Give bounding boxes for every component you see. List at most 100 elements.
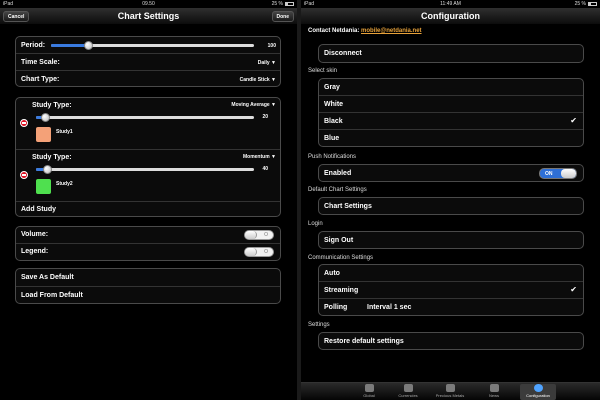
remove-study-icon[interactable] (20, 119, 28, 127)
comm-option-label: Streaming (324, 287, 359, 294)
login-header: Login (308, 221, 323, 227)
push-toggle[interactable]: ON (539, 168, 577, 179)
page-title: Chart Settings (117, 11, 180, 21)
skin-header: Select skin (308, 68, 338, 74)
skin-option-label: Blue (324, 135, 340, 142)
study-color-swatch[interactable] (36, 179, 51, 194)
tab-configuration[interactable]: Configuration (520, 384, 556, 400)
period-slider[interactable] (51, 41, 254, 50)
comm-header: Communication Settings (308, 255, 374, 261)
nav-bar: Chart Settings Cancel Done (0, 8, 297, 25)
chart-type-row[interactable]: Chart Type: Candle Stick ▼ (16, 71, 280, 86)
push-row: Enabled ON (319, 165, 583, 181)
contact-line: Contact Netdania: mobile@netdania.net (308, 28, 422, 34)
configuration-pane: iPad 11:49 AM 25 % Configuration Contact… (301, 0, 600, 400)
period-slider-thumb[interactable] (83, 41, 93, 50)
contact-email-link[interactable]: mobile@netdania.net (361, 28, 422, 34)
skin-group: Gray White Black ✔ Blue (318, 78, 584, 147)
tab-global[interactable]: Global (351, 384, 387, 400)
chart-type-select[interactable]: Candle Stick ▼ (240, 77, 276, 83)
volume-row: Volume: O (16, 227, 280, 244)
restore-group: Restore default settings (318, 332, 584, 350)
time-scale-label: Time Scale: (21, 59, 60, 66)
load-default-row[interactable]: Load From Default (16, 287, 280, 303)
add-study-button[interactable]: Add Study (21, 206, 56, 213)
currency-icon (403, 384, 413, 392)
checkmark-icon: ✔ (570, 116, 577, 125)
study-slider[interactable] (36, 113, 254, 122)
studies-group: Study Type: Moving Average ▼ 20 Study1 S… (15, 97, 281, 217)
disconnect-button[interactable]: Disconnect (324, 50, 362, 57)
login-group: Sign Out (318, 231, 584, 249)
chart-type-label: Chart Type: (21, 76, 60, 83)
chevron-down-icon: ▼ (271, 60, 276, 66)
cancel-button[interactable]: Cancel (3, 11, 30, 22)
study-slider-thumb[interactable] (42, 165, 52, 174)
save-default-row[interactable]: Save As Default (16, 269, 280, 287)
battery-percent: 25 % (574, 1, 586, 7)
disconnect-row[interactable]: Disconnect (319, 45, 583, 62)
study-type-value: Momentum (242, 154, 270, 160)
restore-defaults-button[interactable]: Restore default settings (324, 338, 404, 345)
save-default-button[interactable]: Save As Default (21, 274, 74, 281)
restore-row[interactable]: Restore default settings (319, 333, 583, 349)
news-icon (489, 384, 499, 392)
time-scale-row[interactable]: Time Scale: Daily ▼ (16, 54, 280, 71)
skin-option[interactable]: Gray (319, 79, 583, 96)
clock: 11:49 AM (440, 1, 461, 7)
battery-status: 25 % (272, 0, 294, 8)
chart-settings-button[interactable]: Chart Settings (324, 203, 372, 210)
comm-option[interactable]: Polling Interval 1 sec (319, 299, 583, 315)
battery-icon (285, 2, 294, 6)
legend-toggle[interactable]: O (244, 247, 274, 257)
study-slider-thumb[interactable] (40, 113, 50, 122)
chart-settings-row[interactable]: Chart Settings (319, 198, 583, 214)
add-study-row[interactable]: Add Study (16, 202, 280, 216)
study-row: Study Type: Moving Average ▼ 20 Study1 (16, 98, 280, 150)
chart-type-value: Candle Stick (239, 77, 270, 83)
period-slider-fill (51, 44, 88, 47)
comm-option[interactable]: Auto (319, 265, 583, 282)
skin-option-label: White (324, 101, 344, 108)
study-type-select[interactable]: Momentum ▼ (243, 154, 276, 160)
comm-option-label: Polling (324, 304, 348, 311)
checkmark-icon: ✔ (570, 285, 577, 294)
chevron-down-icon: ▼ (271, 102, 276, 108)
chevron-down-icon: ▼ (271, 77, 276, 83)
toggle-state: ON (545, 171, 553, 177)
study-color-swatch[interactable] (36, 127, 51, 142)
study-type-label: Study Type: (32, 154, 72, 161)
nav-bar: Configuration (301, 8, 600, 25)
time-scale-value: Daily (257, 60, 270, 66)
skin-option[interactable]: Blue (319, 130, 583, 146)
load-default-button[interactable]: Load From Default (21, 292, 83, 299)
defaults-group: Save As Default Load From Default (15, 268, 281, 304)
skin-option[interactable]: White (319, 96, 583, 113)
done-button[interactable]: Done (271, 11, 294, 22)
tab-precious-metals[interactable]: Precious Metals (432, 384, 468, 400)
remove-study-icon[interactable] (20, 171, 28, 179)
volume-toggle[interactable]: O (244, 230, 274, 240)
toggle-knob (561, 169, 576, 178)
sign-out-button[interactable]: Sign Out (324, 237, 353, 244)
study-slider-value: 20 (262, 114, 268, 120)
tab-currencies[interactable]: Currencies (390, 384, 426, 400)
tab-news[interactable]: News (476, 384, 512, 400)
comm-option[interactable]: Streaming ✔ (319, 282, 583, 299)
disconnect-group: Disconnect (318, 44, 584, 63)
skin-option[interactable]: Black ✔ (319, 113, 583, 130)
sign-out-row[interactable]: Sign Out (319, 232, 583, 248)
status-bar: iPad 09.50 25 % (0, 0, 297, 8)
comm-option-label: Auto (324, 270, 340, 277)
study-name: Study1 (56, 129, 73, 135)
time-scale-select[interactable]: Daily ▼ (258, 60, 276, 66)
tab-label: Configuration (526, 393, 550, 398)
study-type-select[interactable]: Moving Average ▼ (231, 102, 276, 108)
chart-basics-group: Period: 100 Time Scale: Daily ▼ Chart Ty… (15, 36, 281, 87)
push-header: Push Notifications (308, 154, 357, 160)
study-row: Study Type: Momentum ▼ 40 Study2 (16, 150, 280, 202)
polling-interval[interactable]: Interval 1 sec (367, 304, 411, 311)
settings-header: Settings (308, 322, 330, 328)
study-slider[interactable] (36, 165, 254, 174)
battery-icon (588, 2, 597, 6)
